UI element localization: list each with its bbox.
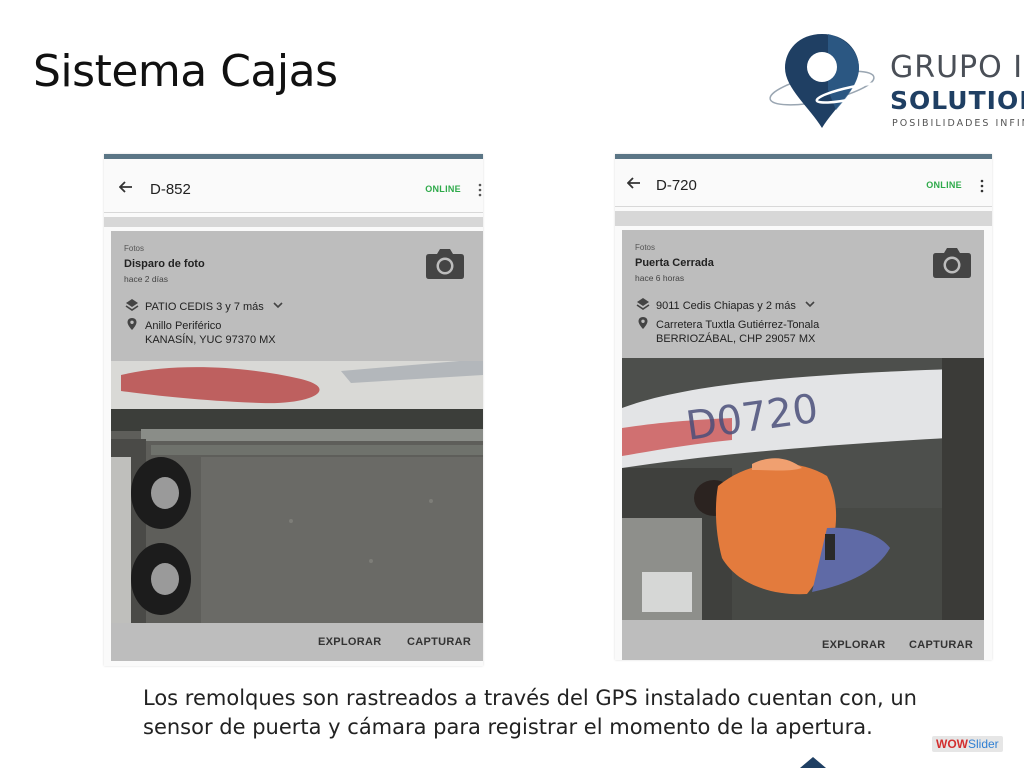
trailer-underside-photo xyxy=(111,361,483,625)
card-actions: EXPLORAR CAPTURAR xyxy=(622,624,984,660)
slide-caption: Los remolques son rastreados a través de… xyxy=(143,684,1013,742)
company-logo: GRUPO I SOLUTIONS POSIBILIDADES INFINI xyxy=(766,30,1024,134)
separator-strip xyxy=(104,217,483,227)
logo-tagline: POSIBILIDADES INFINI xyxy=(892,118,1024,129)
layers-icon xyxy=(636,298,650,310)
watermark-part2: Slider xyxy=(968,737,999,751)
app-bar: D-720 ONLINE xyxy=(615,159,992,207)
event-card: Fotos Puerta Cerrada hace 6 horas 9011 C… xyxy=(622,230,984,660)
address-row: Carretera Tuxtla Gutiérrez-Tonala xyxy=(636,316,819,331)
event-time: hace 6 horas xyxy=(635,273,685,283)
explore-button[interactable]: EXPLORAR xyxy=(318,636,382,648)
more-options-icon[interactable] xyxy=(979,179,985,193)
trailer-door-photo: D0720 xyxy=(622,358,984,620)
address-line1: Carretera Tuxtla Gutiérrez-Tonala xyxy=(656,319,820,331)
layers-icon xyxy=(125,299,139,311)
location-pin-icon xyxy=(127,318,137,330)
watermark-part1: WOW xyxy=(936,737,968,751)
logo-text-line1: GRUPO I xyxy=(890,50,1024,85)
event-card: Fotos Disparo de foto hace 2 días PATIO … xyxy=(111,231,483,661)
event-category: Fotos xyxy=(124,244,145,253)
camera-icon[interactable] xyxy=(425,246,465,280)
phone-screenshot-d852: D-852 ONLINE Fotos Disparo de foto hace … xyxy=(104,154,483,666)
unit-title: D-852 xyxy=(150,181,191,198)
online-status-badge: ONLINE xyxy=(926,180,962,190)
card-actions: EXPLORAR CAPTURAR xyxy=(111,623,483,661)
geofence-text: PATIO CEDIS 3 y 7 más xyxy=(145,301,264,313)
address-line2: BERRIOZÁBAL, CHP 29057 MX xyxy=(656,333,816,345)
event-title: Puerta Cerrada xyxy=(635,257,714,269)
capture-button[interactable]: CAPTURAR xyxy=(407,636,471,648)
event-card-header: Fotos Disparo de foto hace 2 días PATIO … xyxy=(111,231,483,361)
trailer-photo[interactable] xyxy=(111,361,483,625)
phone-screenshot-d720: D-720 ONLINE Fotos Puerta Cerrada hace 6… xyxy=(615,154,992,660)
address-line1: Anillo Periférico xyxy=(145,320,222,332)
geofence-row[interactable]: PATIO CEDIS 3 y 7 más xyxy=(125,298,285,313)
explore-button[interactable]: EXPLORAR xyxy=(822,639,886,651)
trailer-photo[interactable]: D0720 xyxy=(622,358,984,620)
logo-text-line2: SOLUTIONS xyxy=(890,86,1024,115)
back-arrow-icon[interactable] xyxy=(627,177,641,189)
app-bar: D-852 ONLINE xyxy=(104,159,483,213)
location-pin-icon xyxy=(638,317,648,329)
address-line2: KANASÍN, YUC 97370 MX xyxy=(145,334,276,346)
slide-nav-marker xyxy=(800,757,826,768)
separator-strip xyxy=(615,211,992,226)
caption-line1: Los remolques son rastreados a través de… xyxy=(143,686,917,710)
caption-line2: sensor de puerta y cámara para registrar… xyxy=(143,715,873,739)
geofence-row[interactable]: 9011 Cedis Chiapas y 2 más xyxy=(636,297,817,312)
event-category: Fotos xyxy=(635,243,656,252)
slide-title: Sistema Cajas xyxy=(33,46,338,97)
online-status-badge: ONLINE xyxy=(425,184,461,194)
capture-button[interactable]: CAPTURAR xyxy=(909,639,973,651)
unit-title: D-720 xyxy=(656,177,697,194)
camera-icon[interactable] xyxy=(932,245,972,279)
event-time: hace 2 días xyxy=(124,274,168,284)
geofence-text: 9011 Cedis Chiapas y 2 más xyxy=(656,300,796,312)
wowslider-watermark: WOWSlider xyxy=(932,736,1003,752)
event-title: Disparo de foto xyxy=(124,258,205,270)
address-row: Anillo Periférico xyxy=(125,317,221,332)
more-options-icon[interactable] xyxy=(477,183,483,197)
chevron-down-icon xyxy=(805,301,815,308)
back-arrow-icon[interactable] xyxy=(119,181,133,193)
chevron-down-icon xyxy=(273,302,283,309)
event-card-header: Fotos Puerta Cerrada hace 6 horas 9011 C… xyxy=(622,230,984,358)
